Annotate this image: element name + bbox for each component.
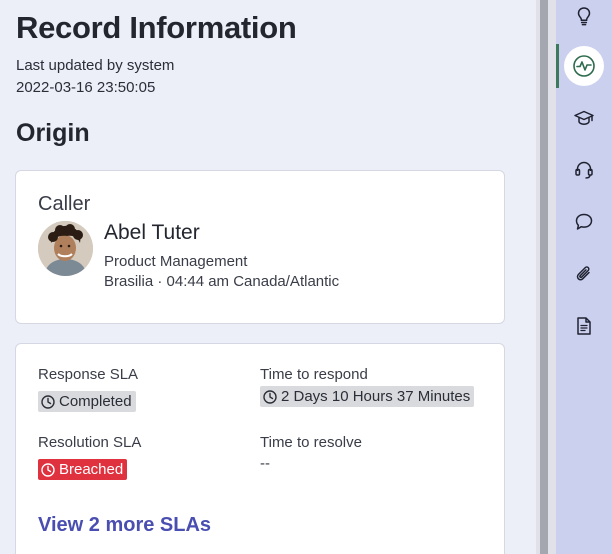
rail-button-agent-assist[interactable] [564, 150, 604, 190]
rail-button-chat[interactable] [564, 202, 604, 242]
lightbulb-icon [577, 7, 591, 26]
avatar-image [38, 221, 93, 276]
time-to-respond-label: Time to respond [260, 366, 368, 383]
rail-button-ideas[interactable] [564, 0, 604, 36]
caller-name[interactable]: Abel Tuter [104, 221, 200, 245]
time-to-resolve-value: -- [260, 455, 270, 472]
view-more-slas-link[interactable]: View 2 more SLAs [38, 514, 211, 537]
response-sla-label: Response SLA [38, 366, 139, 383]
page-title: Record Information [16, 10, 297, 45]
rail-button-activity[interactable] [564, 46, 604, 86]
time-to-respond-badge: 2 Days 10 Hours 37 Minutes [260, 386, 475, 407]
time-to-respond-value: 2 Days 10 Hours 37 Minutes [281, 388, 471, 405]
scrollbar-thumb[interactable] [540, 0, 548, 554]
sla-card: Response SLA Completed Time to respond 2… [15, 343, 505, 554]
caller-card: Caller Abel Tuter Product Management Bra… [15, 170, 505, 324]
resolution-sla-status-badge: Breached [38, 459, 128, 480]
active-tab-indicator [556, 44, 559, 88]
time-to-resolve-label: Time to resolve [260, 434, 362, 451]
origin-section-title: Origin [16, 119, 90, 147]
record-panel: Record Information Last updated by syste… [0, 0, 536, 554]
rail-button-knowledge[interactable] [564, 98, 604, 138]
caller-department: Product Management [104, 253, 248, 270]
last-updated-by: Last updated by system [16, 57, 175, 74]
paperclip-icon [576, 266, 590, 281]
avatar[interactable] [38, 221, 93, 276]
activity-icon [573, 55, 595, 77]
clock-icon [41, 394, 55, 409]
document-icon [577, 317, 591, 335]
side-rail [556, 0, 612, 554]
caller-label: Caller [38, 193, 91, 215]
caller-location-time: Brasilia · 04:44 am Canada/Atlantic [104, 273, 340, 290]
last-updated-timestamp: 2022-03-16 23:50:05 [16, 79, 156, 96]
scrollbar[interactable] [536, 0, 556, 554]
rail-button-documents[interactable] [564, 306, 604, 346]
clock-icon [41, 462, 55, 477]
resolution-sla-label: Resolution SLA [38, 434, 142, 451]
headset-icon [575, 161, 593, 179]
resolution-sla-status: Breached [59, 461, 124, 478]
chat-bubble-icon [575, 213, 593, 230]
rail-button-attachments[interactable] [564, 254, 604, 294]
clock-icon [263, 389, 277, 404]
response-sla-status: Completed [59, 393, 132, 410]
response-sla-status-badge: Completed [38, 391, 136, 412]
graduation-cap-icon [574, 110, 594, 125]
